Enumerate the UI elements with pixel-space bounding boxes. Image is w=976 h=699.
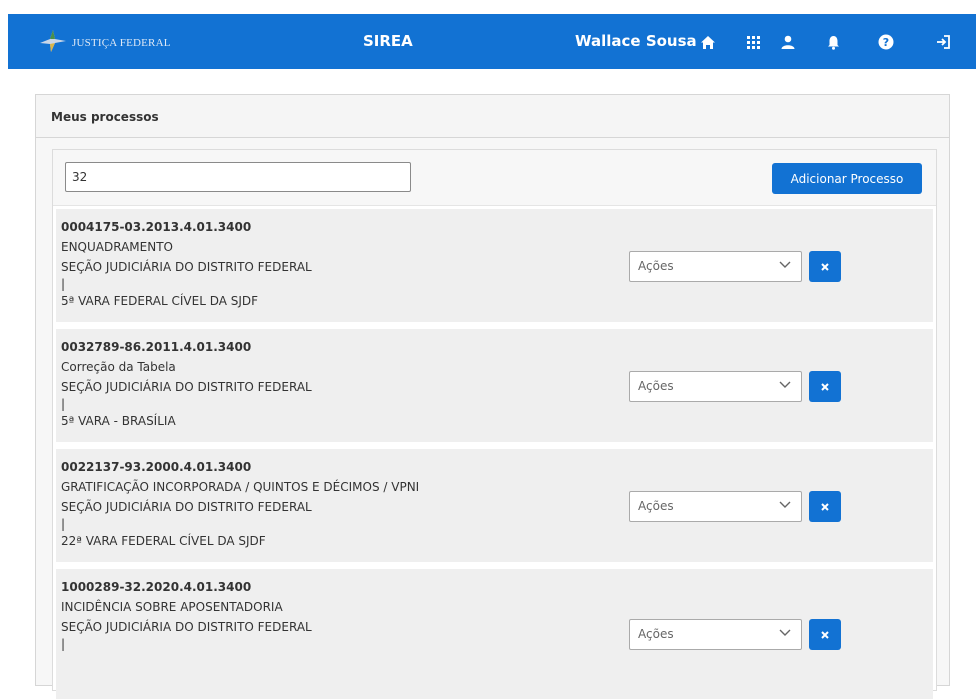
process-section: SEÇÃO JUDICIÁRIA DO DISTRITO FEDERAL [61,260,312,274]
close-icon [821,262,829,271]
processes-toolbar: Adicionar Processo [53,150,936,206]
brand-logo[interactable]: JUSTIÇA FEDERAL [38,26,171,56]
actions-select-label: Ações [638,259,674,273]
remove-process-button[interactable] [809,251,841,282]
process-details: 1000289-32.2020.4.01.3400 INCIDÊNCIA SOB… [61,577,312,651]
process-row: 0022137-93.2000.4.01.3400 GRATIFICAÇÃO I… [56,449,933,562]
svg-text:?: ? [883,36,889,49]
chevron-down-icon [779,501,791,508]
chevron-down-icon [779,381,791,388]
process-row: 0032789-86.2011.4.01.3400 Correção da Ta… [56,329,933,442]
process-number[interactable]: 1000289-32.2020.4.01.3400 [61,577,312,597]
process-subject: GRATIFICAÇÃO INCORPORADA / QUINTOS E DÉC… [61,480,420,494]
process-separator: | [61,397,66,411]
home-icon[interactable] [699,33,717,51]
close-icon [821,630,829,639]
process-number[interactable]: 0022137-93.2000.4.01.3400 [61,457,419,477]
app-name: SIREA [363,32,413,50]
process-court: 5ª VARA FEDERAL CÍVEL DA SJDF [61,294,259,308]
process-details: 0032789-86.2011.4.01.3400 Correção da Ta… [61,337,312,431]
process-court: 5ª VARA - BRASÍLIA [61,414,176,428]
top-navbar: JUSTIÇA FEDERAL SIREA Wallace Sousa ? [8,14,976,69]
actions-select[interactable]: Ações [629,491,802,522]
actions-select[interactable]: Ações [629,251,802,282]
remove-process-button[interactable] [809,371,841,402]
process-court: 22ª VARA FEDERAL CÍVEL DA SJDF [61,534,266,548]
process-row: 0004175-03.2013.4.01.3400 ENQUADRAMENTO … [56,209,933,322]
add-process-button[interactable]: Adicionar Processo [772,163,922,194]
remove-process-button[interactable] [809,491,841,522]
process-row: 1000289-32.2020.4.01.3400 INCIDÊNCIA SOB… [56,569,933,699]
actions-select-label: Ações [638,379,674,393]
process-number[interactable]: 0032789-86.2011.4.01.3400 [61,337,312,357]
justica-federal-logo-icon [40,30,66,52]
help-icon[interactable]: ? [877,33,895,51]
process-subject: ENQUADRAMENTO [61,240,173,254]
process-separator: | [61,517,66,531]
processes-panel: Meus processos Adicionar Processo 000417… [35,94,950,699]
panel-title: Meus processos [51,110,159,124]
process-number[interactable]: 0004175-03.2013.4.01.3400 [61,217,312,237]
chevron-down-icon [779,261,791,268]
remove-process-button[interactable] [809,619,841,650]
actions-select[interactable]: Ações [629,371,802,402]
close-icon [821,502,829,511]
user-icon[interactable] [779,33,797,51]
bell-icon[interactable] [824,33,842,51]
chevron-down-icon [779,629,791,636]
process-details: 0004175-03.2013.4.01.3400 ENQUADRAMENTO … [61,217,312,311]
brand-text: JUSTIÇA FEDERAL [72,37,171,49]
actions-select-label: Ações [638,499,674,513]
processes-container: Adicionar Processo 0004175-03.2013.4.01.… [52,149,937,699]
process-subject: INCIDÊNCIA SOBRE APOSENTADORIA [61,600,283,614]
logout-icon[interactable] [934,33,952,51]
actions-select[interactable]: Ações [629,619,802,650]
apps-grid-icon[interactable] [744,33,762,51]
user-name[interactable]: Wallace Sousa [575,32,697,50]
process-section: SEÇÃO JUDICIÁRIA DO DISTRITO FEDERAL [61,380,312,394]
process-separator: | [61,277,66,291]
process-details: 0022137-93.2000.4.01.3400 GRATIFICAÇÃO I… [61,457,419,551]
process-section: SEÇÃO JUDICIÁRIA DO DISTRITO FEDERAL [61,500,312,514]
panel-header: Meus processos [36,95,949,138]
close-icon [821,382,829,391]
process-separator: | [61,637,66,651]
search-input[interactable] [65,162,411,192]
process-section: SEÇÃO JUDICIÁRIA DO DISTRITO FEDERAL [61,620,312,634]
process-subject: Correção da Tabela [61,360,176,374]
actions-select-label: Ações [638,627,674,641]
